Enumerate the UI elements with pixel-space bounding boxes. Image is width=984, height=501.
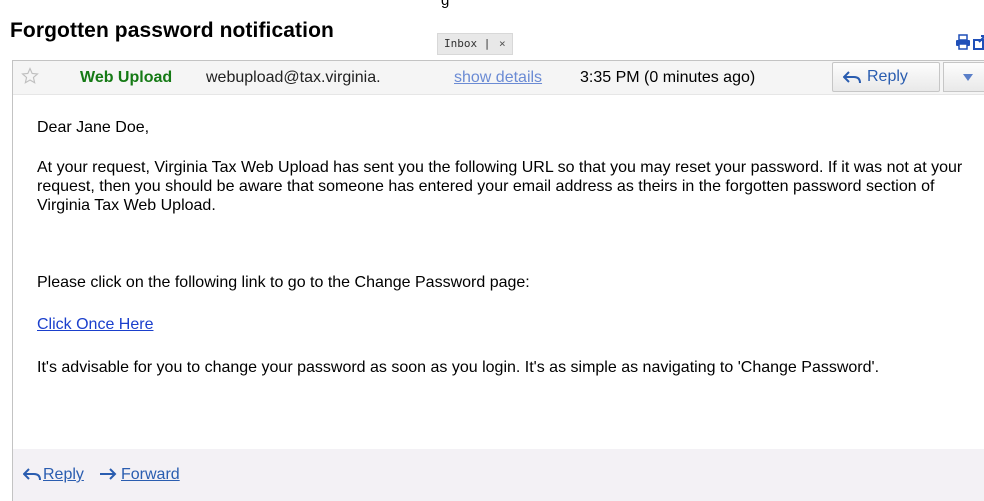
footer-forward-link[interactable]: Forward (121, 466, 180, 484)
message-card: Web Upload webupload@tax.virginia. show … (12, 60, 984, 501)
subject-bar: Forgotten password notification Inbox | … (0, 12, 984, 55)
paragraph-request: At your request, Virginia Tax Web Upload… (37, 159, 963, 214)
print-icon[interactable] (955, 34, 971, 55)
message-header: Web Upload webupload@tax.virginia. show … (13, 61, 984, 95)
footer-reply-link[interactable]: Reply (43, 466, 84, 484)
top-strip: g (0, 0, 984, 12)
label-separator: | (483, 37, 491, 50)
reset-password-link[interactable]: Click Once Here (37, 316, 153, 333)
label-name: Inbox (444, 37, 478, 50)
reply-arrow-icon (22, 467, 41, 485)
paragraph-instruction: Please click on the following link to go… (37, 274, 530, 291)
dropdown-arrow-icon (963, 74, 973, 81)
reply-arrow-icon (843, 71, 861, 83)
sender-name: Web Upload (80, 69, 173, 86)
more-actions-button[interactable] (943, 62, 984, 92)
paragraph-advice: It's advisable for you to change your pa… (37, 359, 880, 376)
greeting: Dear Jane Doe, (37, 119, 150, 136)
show-details-link[interactable]: show details (454, 69, 542, 87)
remove-label-icon[interactable]: × (499, 37, 506, 50)
reply-button[interactable]: Reply (832, 62, 940, 92)
subject-title: Forgotten password notification (10, 19, 334, 42)
reset-link-row: Click Once Here (37, 315, 982, 334)
sender-email: webupload@tax.virginia. (206, 69, 381, 86)
new-window-icon[interactable] (973, 34, 984, 55)
forward-arrow-icon (99, 467, 117, 485)
message-time: 3:35 PM (0 minutes ago) (580, 69, 756, 86)
top-strip-text: g (441, 0, 450, 9)
star-icon[interactable] (21, 67, 39, 90)
message-footer: Reply Forward (13, 449, 984, 501)
reply-button-label: Reply (867, 68, 908, 85)
label-inbox[interactable]: Inbox | × (437, 33, 513, 55)
